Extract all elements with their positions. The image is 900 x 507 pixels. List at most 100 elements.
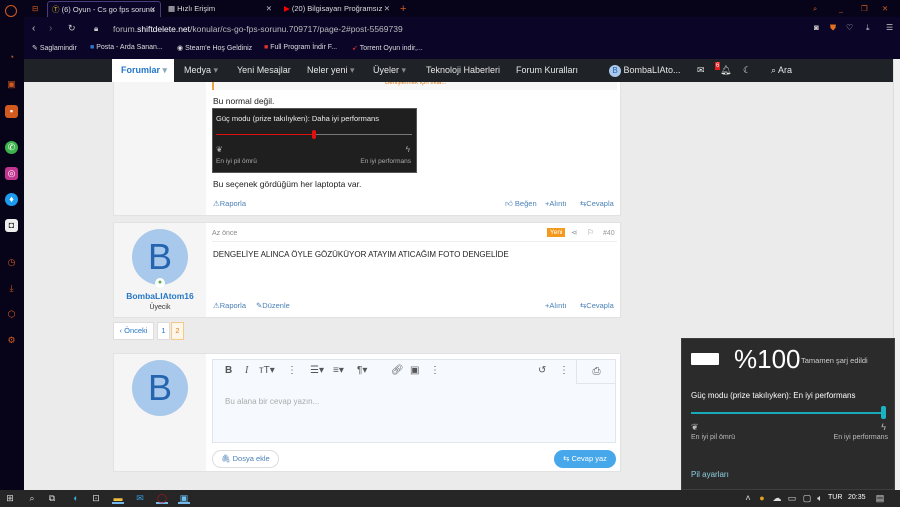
close-icon[interactable]: ✕ (266, 1, 272, 17)
twitter-icon[interactable]: ♦ (5, 193, 18, 206)
inbox-icon[interactable]: ✉ (697, 59, 705, 82)
onedrive-icon[interactable]: ☁ (771, 492, 783, 504)
username[interactable]: BombaLIAtom16 (114, 291, 206, 301)
nav-uyeler[interactable]: Üyeler ▾ (373, 59, 406, 82)
post-number[interactable]: #40 (603, 230, 615, 237)
tab-gx-icon[interactable]: ⊟ (28, 1, 46, 17)
language-indicator[interactable]: TUR (828, 494, 842, 501)
share-icon[interactable]: ⋖ (571, 228, 578, 237)
battery-settings-link[interactable]: Pil ayarları (691, 470, 729, 479)
instagram-icon[interactable]: ◎ (5, 167, 18, 180)
store-icon[interactable]: ⊡ (90, 492, 102, 504)
history-icon[interactable]: ◷ (5, 256, 18, 269)
page-1[interactable]: 1 (157, 322, 170, 340)
tray-app-icon[interactable]: ● (756, 492, 768, 504)
downloads-icon[interactable]: ⤓ (5, 282, 18, 295)
nav-forumlar[interactable]: Forumlar ▾ (112, 59, 174, 82)
tray-chevron-icon[interactable]: ˄ (742, 492, 754, 504)
network-icon[interactable]: ▢ (801, 492, 813, 504)
close-icon[interactable]: ✕ (384, 1, 390, 17)
extensions-icon[interactable]: ⬡ (5, 308, 18, 321)
undo-icon[interactable]: ↺ (538, 365, 546, 376)
italic-icon[interactable]: I (245, 365, 248, 376)
submit-reply-button[interactable]: ⇆ Cevap yaz (554, 450, 616, 468)
reload-button[interactable]: ↻ (68, 23, 76, 34)
mail-icon[interactable]: ✉ (134, 492, 146, 504)
paragraph-icon[interactable]: ¶▾ (357, 365, 367, 376)
clock[interactable]: 20:35 (848, 494, 866, 501)
post-time[interactable]: Az önce (212, 230, 237, 237)
more-icon[interactable]: ⋮ (559, 365, 569, 376)
nav-forum-kurallari[interactable]: Forum Kuralları (516, 59, 578, 82)
alerts-icon[interactable]: 🔔︎ 6 (715, 59, 731, 82)
opera-logo-icon[interactable] (5, 5, 17, 17)
new-tab-button[interactable]: + (396, 1, 406, 17)
bookmark[interactable]: ■ Full Program İndir F... (264, 44, 337, 51)
more-icon[interactable]: ⋮ (287, 365, 297, 376)
task-view-icon[interactable]: ⧉ (46, 492, 58, 504)
list-icon[interactable]: ☰▾ (310, 365, 324, 376)
opera-gx-icon[interactable]: ◯ (156, 492, 168, 504)
discord-icon[interactable]: ◘ (5, 219, 18, 232)
nav-yeni-mesajlar[interactable]: Yeni Mesajlar (237, 59, 291, 82)
close-icon[interactable]: ✕ (150, 2, 156, 17)
slider-thumb[interactable] (881, 406, 886, 419)
whatsapp-icon[interactable]: ✆ (5, 141, 18, 154)
bookmark[interactable]: ◉ Steam'e Hoş Geldiniz (177, 44, 252, 52)
start-icon[interactable]: ⊞ (4, 492, 16, 504)
bookmark-icon[interactable]: ⚐ (587, 228, 594, 237)
page-2-current[interactable]: 2 (171, 322, 184, 340)
nav-teknoloji-haberleri[interactable]: Teknoloji Haberleri (426, 59, 500, 82)
volume-icon[interactable]: 🔈︎ (814, 492, 826, 504)
notifications-icon[interactable]: ▤ (874, 492, 886, 504)
bookmark[interactable]: ✎ Saglamindir (32, 44, 77, 52)
speed-dial-icon[interactable]: ◔ (5, 51, 18, 64)
maximize-button[interactable]: ❐ (857, 1, 868, 17)
bookmark[interactable]: ■ Posta - Arda Sanan... (90, 44, 163, 51)
twitch-icon[interactable]: ▪ (5, 105, 18, 118)
forward-button[interactable]: › (49, 23, 52, 34)
explorer-icon[interactable]: ▬ (112, 492, 124, 504)
photos-icon[interactable]: ▣ (178, 492, 190, 504)
quote-expand[interactable]: Genişletmek için tıkla... (212, 82, 617, 90)
nav-neler-yeni[interactable]: Neler yeni ▾ (307, 59, 355, 82)
tab-youtube[interactable]: ▶ (20) Bilgisayarı Proğramsız ✕ (280, 1, 394, 17)
workspace-icon[interactable]: ▣ (5, 78, 18, 91)
search-icon[interactable]: ⌕ (26, 492, 38, 504)
like-button[interactable]: 👍︎ Beğen (505, 199, 537, 209)
report-link[interactable]: ⚠Raporla (213, 199, 246, 208)
camera-icon[interactable]: ◙ (814, 23, 819, 32)
quote-button[interactable]: +Alıntı (545, 301, 566, 310)
font-size-icon[interactable]: ᴛT▾ (259, 365, 275, 376)
report-link[interactable]: ⚠Raporla (213, 301, 246, 310)
heart-icon[interactable]: ♡ (846, 23, 853, 32)
link-icon[interactable]: 🔗︎ (391, 365, 404, 376)
settings-icon[interactable]: ⚙ (5, 334, 18, 347)
align-icon[interactable]: ≡▾ (333, 365, 344, 376)
edge-icon[interactable]: ◐ (70, 492, 82, 504)
reply-input[interactable]: Bu alana bir cevap yazın... (225, 397, 319, 406)
image-icon[interactable]: ▣ (410, 365, 419, 376)
bookmark[interactable]: ➹ Torrent Oyun indir,... (352, 44, 423, 52)
nav-medya[interactable]: Medya ▾ (184, 59, 218, 82)
search-tabs-icon[interactable]: ⌕ (809, 1, 817, 17)
url-field[interactable]: forum.shiftdelete.net/konular/cs-go-fps-… (113, 24, 403, 34)
battery-tray-icon[interactable]: ▭ (786, 492, 798, 504)
download-icon[interactable]: ⤓ (866, 23, 870, 33)
minimize-button[interactable]: _ (835, 1, 843, 17)
easy-setup-icon[interactable]: ☰ (886, 23, 893, 32)
bold-icon[interactable]: B (225, 365, 232, 376)
attach-file-button[interactable]: 🖇︎ Dosya ekle (212, 450, 279, 468)
edit-link[interactable]: ✎Düzenle (256, 301, 290, 310)
more-icon[interactable]: ⋮ (430, 365, 440, 376)
search-button[interactable]: ⌕ Ara (771, 59, 792, 82)
reply-button[interactable]: ⇆Cevapla (580, 301, 614, 310)
adblock-icon[interactable]: ⛊ (830, 23, 836, 33)
close-window-button[interactable]: ✕ (878, 1, 888, 17)
back-button[interactable]: ‹ (32, 23, 35, 34)
tab-active[interactable]: Ⓣ (6) Oyun - Cs go fps sorunu ✕ (47, 1, 161, 17)
prev-page-button[interactable]: ‹ Önceki (113, 322, 154, 340)
preview-icon[interactable]: ⎙ (576, 360, 616, 384)
quote-button[interactable]: +Alıntı (545, 199, 566, 208)
tab-quick-access[interactable]: ▦ Hızlı Erişim ✕ (164, 1, 276, 17)
